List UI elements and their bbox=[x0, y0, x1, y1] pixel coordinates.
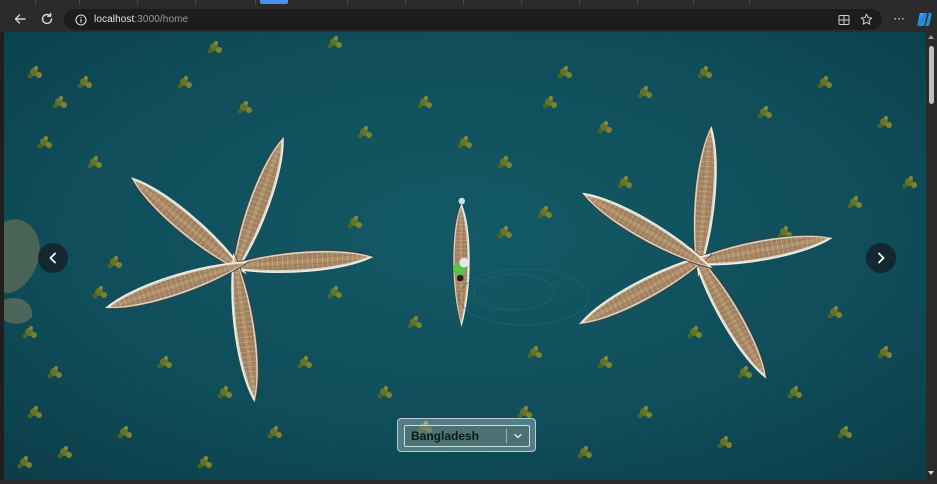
star-icon bbox=[860, 13, 873, 25]
tab[interactable] bbox=[522, 0, 580, 5]
select-toggle[interactable] bbox=[507, 426, 529, 446]
tab[interactable] bbox=[80, 0, 138, 5]
browser-toolbar: localhost:3000/home ··· bbox=[0, 7, 937, 32]
tab[interactable] bbox=[580, 0, 638, 5]
reload-icon bbox=[41, 12, 53, 25]
tab-strip bbox=[0, 0, 937, 7]
chevron-down-icon bbox=[514, 433, 522, 439]
back-button[interactable] bbox=[10, 9, 30, 29]
country-select-value: Bangladesh bbox=[411, 429, 480, 443]
page-viewport: Bangladesh bbox=[4, 32, 926, 480]
window-bottom-edge bbox=[0, 480, 937, 484]
favorite-button[interactable] bbox=[859, 12, 874, 27]
chevron-right-icon bbox=[878, 252, 885, 264]
address-bar[interactable]: localhost:3000/home bbox=[64, 9, 882, 30]
info-icon bbox=[74, 13, 87, 26]
tab[interactable] bbox=[464, 0, 522, 5]
tab-active-indicator[interactable] bbox=[260, 0, 288, 4]
tab[interactable] bbox=[406, 0, 464, 5]
site-info-button[interactable] bbox=[73, 12, 88, 27]
tab[interactable] bbox=[196, 0, 256, 5]
tab[interactable] bbox=[694, 0, 750, 5]
address-url[interactable]: localhost:3000/home bbox=[94, 13, 188, 26]
carousel-next-button[interactable] bbox=[866, 243, 896, 273]
split-screen-icon bbox=[838, 14, 849, 25]
arrow-left-icon bbox=[14, 14, 26, 24]
tab[interactable] bbox=[348, 0, 406, 5]
page-scrollbar[interactable] bbox=[926, 32, 937, 480]
chevron-left-icon bbox=[49, 252, 56, 264]
menu-button[interactable]: ··· bbox=[890, 9, 908, 29]
tab[interactable] bbox=[36, 0, 80, 5]
url-host: localhost bbox=[94, 14, 135, 25]
split-screen-button[interactable] bbox=[836, 12, 851, 27]
carousel-prev-button[interactable] bbox=[38, 243, 68, 273]
scrollbar-thumb[interactable] bbox=[929, 46, 934, 104]
tab[interactable] bbox=[638, 0, 694, 5]
copilot-button[interactable] bbox=[916, 11, 933, 28]
tab[interactable] bbox=[138, 0, 196, 5]
tab[interactable] bbox=[290, 0, 348, 5]
country-selector-card: Bangladesh bbox=[397, 418, 536, 452]
tab[interactable] bbox=[0, 0, 36, 5]
copilot-icon bbox=[917, 13, 932, 26]
scroll-up-arrow[interactable] bbox=[928, 35, 934, 39]
scroll-down-arrow[interactable] bbox=[928, 471, 934, 475]
more-icon: ··· bbox=[893, 12, 905, 26]
country-select[interactable]: Bangladesh bbox=[404, 425, 530, 447]
url-path: :3000/home bbox=[134, 14, 189, 25]
aerial-boats-photo bbox=[4, 32, 926, 480]
reload-button[interactable] bbox=[37, 9, 57, 29]
